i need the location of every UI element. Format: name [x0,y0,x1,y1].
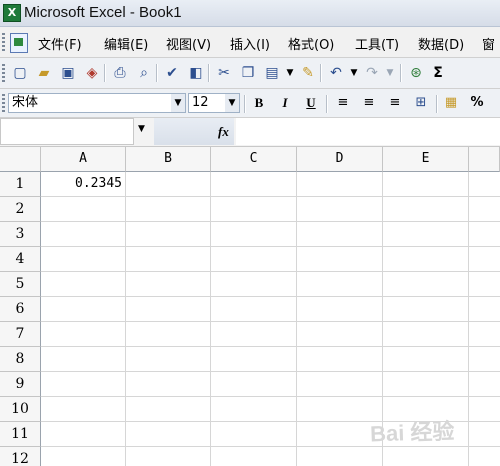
align-left-icon[interactable]: ≡ [334,94,352,112]
open-folder-icon[interactable]: ▰ [34,63,54,83]
new-document-icon[interactable]: ▢ [10,63,30,83]
gridline [41,321,500,322]
column-header[interactable]: A [41,147,126,172]
print-preview-icon[interactable]: ⌕ [134,63,154,83]
paste-dropdown-icon[interactable]: ▼ [280,63,300,83]
gridline [41,371,500,372]
toolbar-separator [156,64,158,82]
name-box[interactable] [0,118,134,145]
toolbar-separator [400,64,402,82]
italic-button[interactable]: I [276,94,294,112]
menu-data[interactable]: 数据(D) [418,34,464,53]
gridline [41,246,500,247]
paste-icon[interactable]: ▤ [262,63,282,83]
autosum-icon[interactable]: Σ [428,63,448,83]
menubar-grip-icon[interactable] [2,33,5,51]
cell-A1[interactable]: 0.2345 [41,172,126,196]
save-icon[interactable]: ▣ [58,63,78,83]
gridline [41,271,500,272]
workbook-icon[interactable] [10,33,28,53]
gridline [41,296,500,297]
insert-function-icon[interactable]: fx [218,124,229,140]
spelling-icon[interactable]: ✔ [162,63,182,83]
row-header[interactable]: 12 [0,447,41,466]
chevron-down-icon[interactable]: ▼ [138,124,145,134]
font-size-select[interactable]: 12 ▼ [188,93,240,113]
font-size-value: 12 [192,95,209,110]
percent-button[interactable]: % [468,94,486,112]
chevron-down-icon[interactable]: ▼ [225,94,239,112]
bold-button[interactable]: B [250,94,268,112]
formatting-toolbar: 宋体 ▼ 12 ▼ B I U ≡ ≡ ≡ ⊞ ▦ % [0,89,500,118]
toolbar-separator [244,95,246,113]
redo-icon[interactable]: ↷ [362,63,382,83]
row-header[interactable]: 8 [0,347,41,372]
menu-file[interactable]: 文件(F) [38,34,82,53]
window-title: Microsoft Excel - Book1 [24,4,182,21]
column-header[interactable] [469,147,500,172]
row-header[interactable]: 3 [0,222,41,247]
research-icon[interactable]: ◧ [186,63,206,83]
redo-dropdown-icon[interactable]: ▼ [380,63,400,83]
gridline [41,396,500,397]
column-header[interactable]: E [383,147,469,172]
cut-icon[interactable]: ✂ [214,63,234,83]
formula-input[interactable] [236,118,500,145]
row-header[interactable]: 2 [0,197,41,222]
print-icon[interactable]: ⎙ [110,63,130,83]
font-name-select[interactable]: 宋体 ▼ [8,93,186,113]
underline-button[interactable]: U [302,94,320,112]
gridline [41,346,500,347]
row-header[interactable]: 11 [0,422,41,447]
permission-icon[interactable]: ◈ [82,63,102,83]
row-header[interactable]: 9 [0,372,41,397]
toolbar-separator [436,95,438,113]
copy-icon[interactable]: ❐ [238,63,258,83]
merge-center-icon[interactable]: ⊞ [412,94,430,112]
select-all-corner[interactable] [0,147,41,172]
toolbar-separator [104,64,106,82]
column-header[interactable]: D [297,147,383,172]
menu-bar: 文件(F) 编辑(E) 视图(V) 插入(I) 格式(O) 工具(T) 数据(D… [0,27,500,58]
toolbar-separator [320,64,322,82]
toolbar-separator [326,95,328,113]
row-header[interactable]: 10 [0,397,41,422]
toolbar-grip-icon[interactable] [2,64,5,82]
standard-toolbar: ▢ ▰ ▣ ◈ ⎙ ⌕ ✔ ◧ ✂ ❐ ▤ ▼ ✎ ↶ ▼ ↷ ▼ ⊛ Σ [0,58,500,89]
hyperlink-icon[interactable]: ⊛ [406,63,426,83]
currency-icon[interactable]: ▦ [442,94,460,112]
menu-format[interactable]: 格式(O) [288,34,334,53]
undo-dropdown-icon[interactable]: ▼ [344,63,364,83]
column-header[interactable]: C [211,147,297,172]
column-header[interactable]: B [126,147,211,172]
undo-icon[interactable]: ↶ [326,63,346,83]
formula-bar: ▼ fx [0,118,500,147]
row-header[interactable]: 6 [0,297,41,322]
format-painter-icon[interactable]: ✎ [298,63,318,83]
row-header[interactable]: 5 [0,272,41,297]
excel-app-icon[interactable]: X [3,4,21,22]
row-header[interactable]: 1 [0,172,41,197]
menu-insert[interactable]: 插入(I) [230,34,270,53]
watermark-logo: Bai 经验 [369,418,455,447]
row-header[interactable]: 4 [0,247,41,272]
gridline [41,221,500,222]
menu-view[interactable]: 视图(V) [166,34,211,53]
toolbar-grip-icon[interactable] [2,94,5,112]
menu-edit[interactable]: 编辑(E) [104,34,148,53]
align-center-icon[interactable]: ≡ [360,94,378,112]
row-header[interactable]: 7 [0,322,41,347]
align-right-icon[interactable]: ≡ [386,94,404,112]
toolbar-separator [208,64,210,82]
gridline [41,196,500,197]
font-name-value: 宋体 [12,95,39,110]
menu-tools[interactable]: 工具(T) [355,34,399,53]
chevron-down-icon[interactable]: ▼ [171,94,185,112]
menu-window[interactable]: 窗 [482,34,495,53]
title-bar: X Microsoft Excel - Book1 [0,0,500,27]
